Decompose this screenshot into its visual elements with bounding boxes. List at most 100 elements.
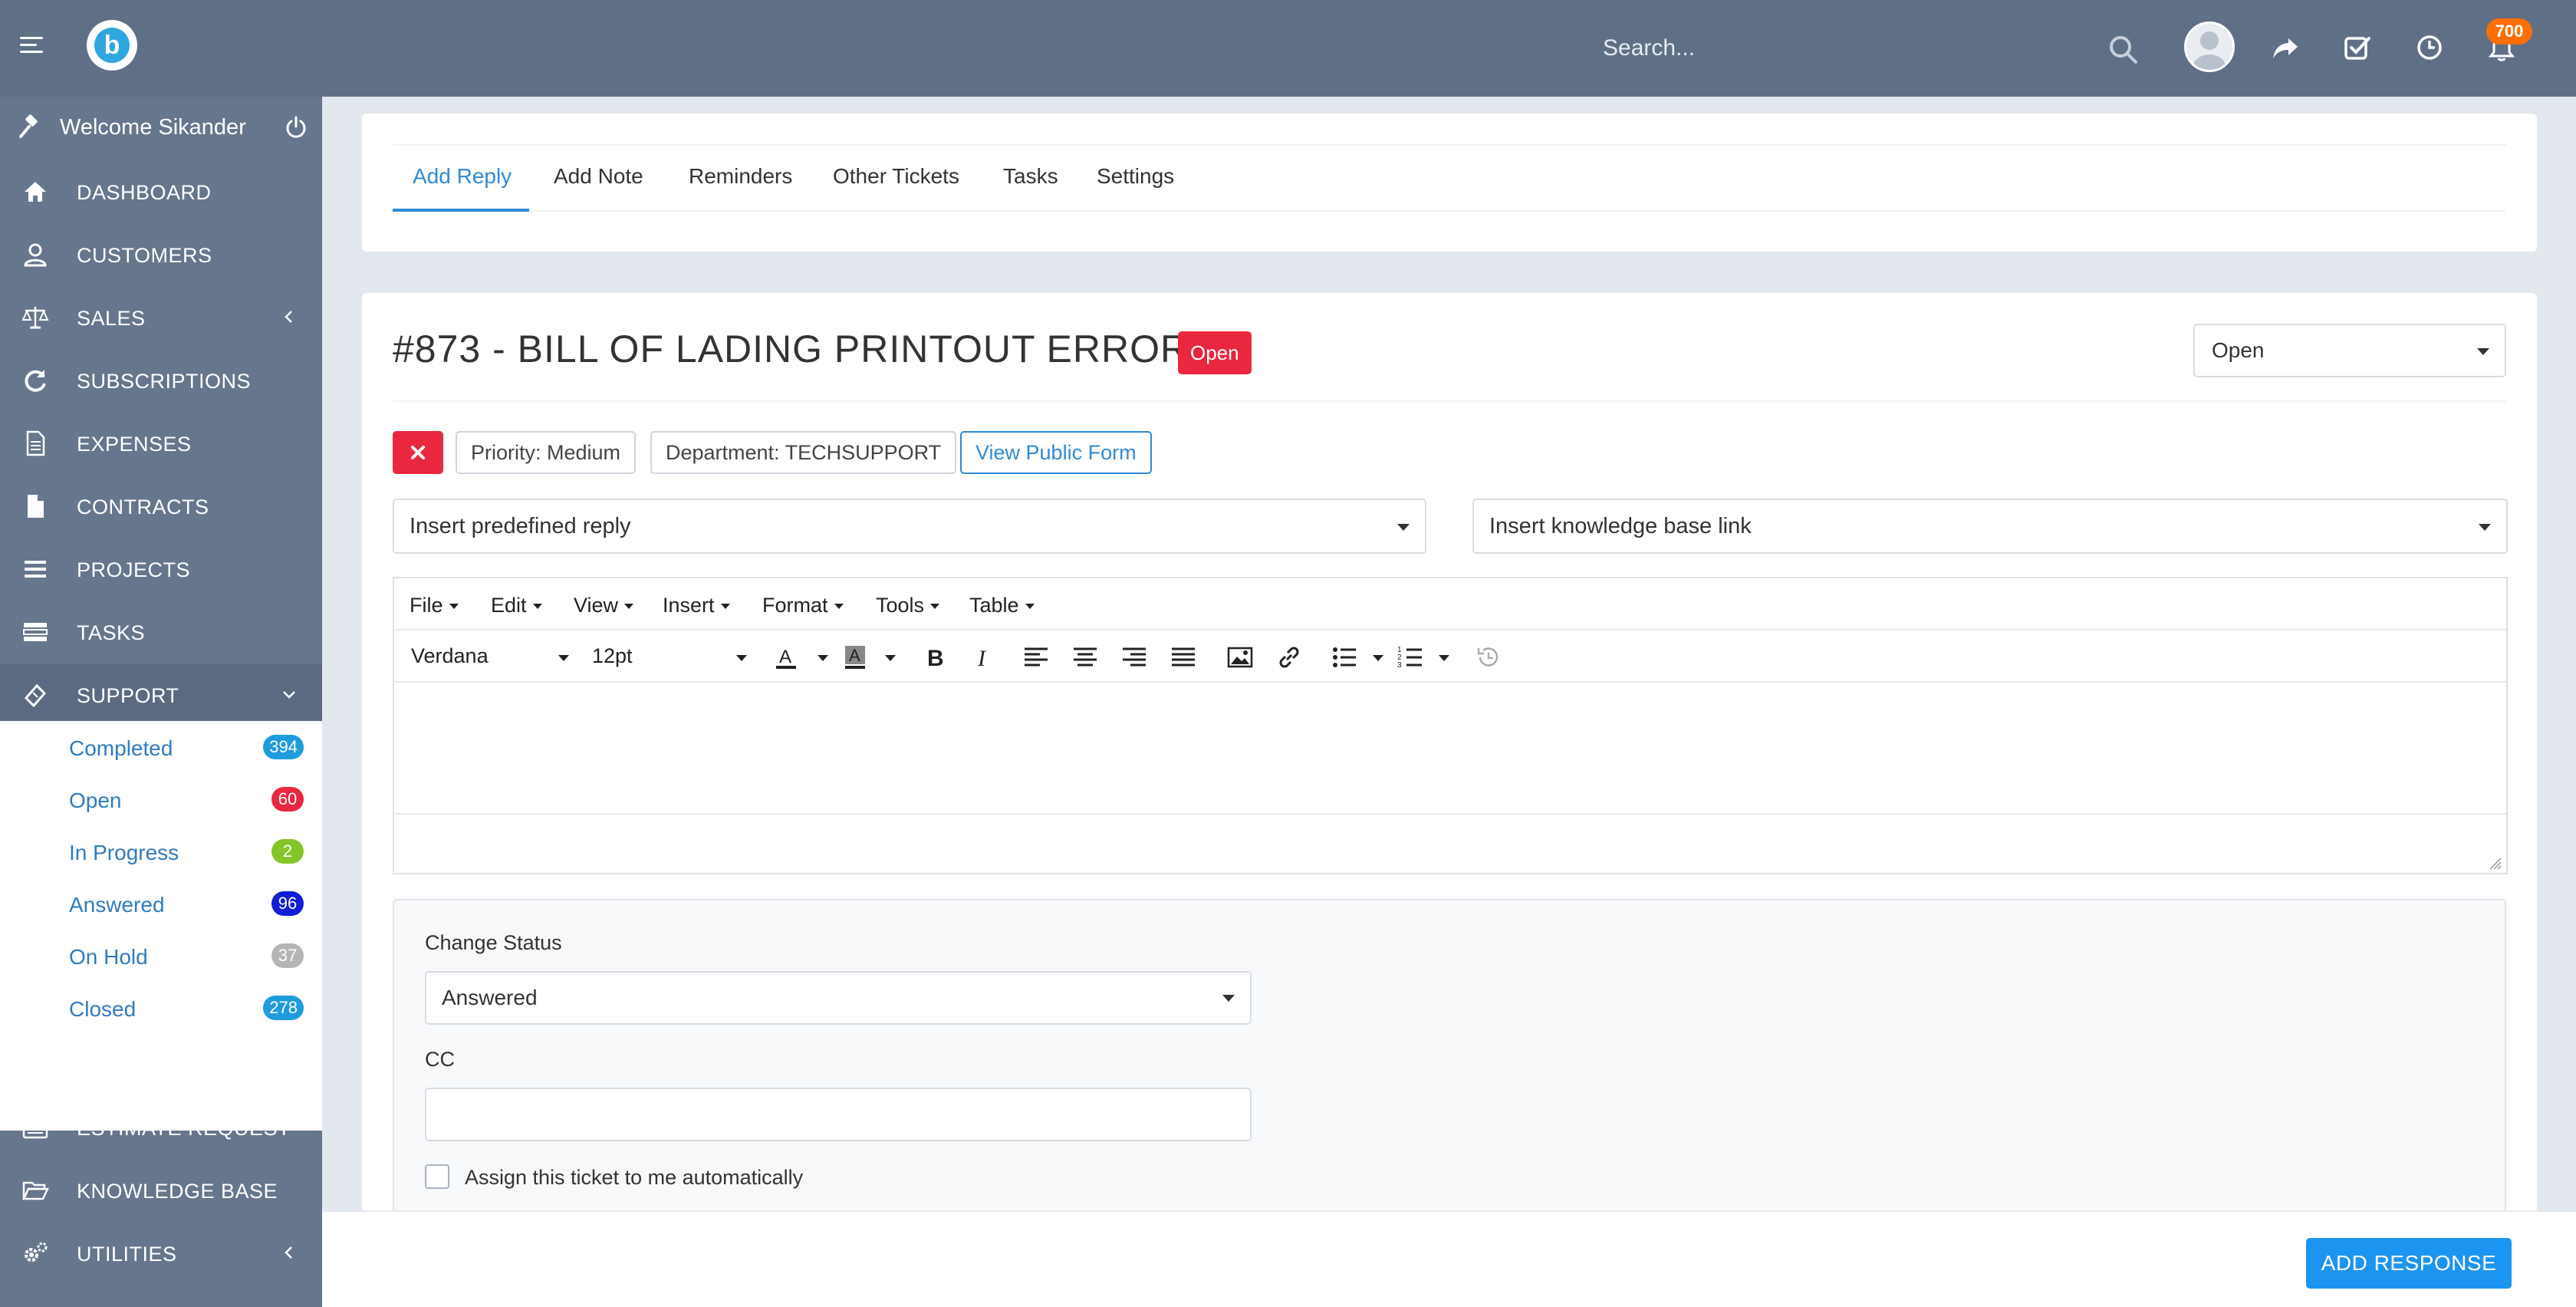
align-center-icon[interactable] <box>1071 643 1100 672</box>
chevron-down-icon <box>2477 348 2489 355</box>
align-left-icon[interactable] <box>1022 643 1051 672</box>
tab-reminders[interactable]: Reminders <box>689 164 792 189</box>
sidebar-item-support[interactable]: SUPPORT <box>0 664 322 726</box>
editor-toolbar: Verdana 12pt A A B I 123 <box>394 630 2506 683</box>
cogs-icon <box>25 1242 48 1262</box>
tab-other-tickets[interactable]: Other Tickets <box>833 164 959 189</box>
support-sub-in-progress[interactable]: In Progress 2 <box>0 825 322 877</box>
search-input[interactable] <box>1586 23 2138 74</box>
add-response-button[interactable]: ADD RESPONSE <box>2306 1238 2512 1289</box>
insert-link-icon[interactable] <box>1275 643 1304 672</box>
chevron-down-icon <box>1397 524 1410 531</box>
sidebar-item-expenses[interactable]: EXPENSES <box>0 413 322 474</box>
chevron-down-icon[interactable] <box>1439 655 1449 661</box>
priority-chip: Priority: Medium <box>456 431 637 474</box>
menu-toggle-icon[interactable] <box>20 37 43 57</box>
bold-icon[interactable]: B <box>920 643 949 672</box>
cc-label: CC <box>425 1048 455 1071</box>
numbered-list-icon[interactable]: 123 <box>1396 643 1425 672</box>
align-right-icon[interactable] <box>1120 643 1149 672</box>
bullet-list-icon[interactable] <box>1330 643 1359 672</box>
chevron-down-icon <box>736 655 747 661</box>
menu-insert[interactable]: Insert <box>663 594 730 617</box>
svg-text:B: B <box>927 646 944 671</box>
menu-edit[interactable]: Edit <box>491 594 542 617</box>
ticket-icon <box>24 683 47 708</box>
file-icon <box>28 495 44 518</box>
ticket-status-select[interactable]: Open <box>2193 324 2506 377</box>
cc-input[interactable] <box>425 1088 1252 1141</box>
count-badge: 60 <box>271 787 304 812</box>
user-avatar[interactable] <box>2184 21 2235 72</box>
support-sub-answered[interactable]: Answered 96 <box>0 877 322 930</box>
delete-ticket-button[interactable] <box>393 431 443 474</box>
knowledge-base-link-select[interactable]: Insert knowledge base link <box>1472 499 2508 554</box>
count-badge: 278 <box>263 996 304 1020</box>
editor-content-area[interactable] <box>394 683 2506 813</box>
share-icon[interactable] <box>2270 32 2301 63</box>
check-square-icon[interactable] <box>2342 32 2373 63</box>
highlight-color-icon[interactable]: A <box>841 643 870 672</box>
insert-image-icon[interactable] <box>1225 643 1255 672</box>
svg-text:I: I <box>977 646 987 671</box>
sidebar-item-sales[interactable]: SALES <box>0 287 322 348</box>
change-status-select[interactable]: Answered <box>425 971 1252 1025</box>
chevron-down-icon[interactable] <box>1373 655 1383 661</box>
sidebar-item-customers[interactable]: CUSTOMERS <box>0 224 322 285</box>
welcome-text: Welcome Sikander <box>60 115 246 140</box>
bars-icon <box>25 561 46 578</box>
menu-view[interactable]: View <box>574 594 633 617</box>
tab-add-reply[interactable]: Add Reply <box>413 164 512 189</box>
font-size-select[interactable]: 12pt <box>592 644 633 668</box>
tab-add-note[interactable]: Add Note <box>554 164 643 189</box>
assign-to-me-checkbox[interactable] <box>425 1164 449 1189</box>
menu-file[interactable]: File <box>410 594 459 617</box>
logout-power-icon[interactable] <box>284 115 308 140</box>
app-logo[interactable]: b <box>87 20 137 71</box>
sidebar: Welcome Sikander DASHBOARD CUSTOMERS SAL… <box>0 97 322 1307</box>
view-public-form-button[interactable]: View Public Form <box>960 431 1152 474</box>
chevron-down-icon[interactable] <box>885 655 896 661</box>
resize-handle-icon[interactable] <box>2488 856 2502 870</box>
tab-tasks[interactable]: Tasks <box>1003 164 1058 189</box>
tab-settings[interactable]: Settings <box>1097 164 1174 189</box>
sidebar-item-leads[interactable]: LEADS <box>0 1034 322 1095</box>
support-sub-on-hold[interactable]: On Hold 37 <box>0 930 322 982</box>
sidebar-item-knowledge-base[interactable]: KNOWLEDGE BASE <box>0 1160 322 1221</box>
align-justify-icon[interactable] <box>1169 643 1198 672</box>
menu-format[interactable]: Format <box>762 594 844 617</box>
sidebar-item-utilities[interactable]: UTILITIES <box>0 1223 322 1284</box>
refresh-icon <box>25 370 46 392</box>
editor-menubar: File Edit View Insert Format Tools Table <box>394 578 2506 630</box>
sidebar-item-projects[interactable]: PROJECTS <box>0 538 322 600</box>
svg-text:3: 3 <box>1397 661 1402 670</box>
chevron-down-icon[interactable] <box>818 655 828 661</box>
italic-icon[interactable]: I <box>969 643 998 672</box>
document-icon <box>26 430 45 456</box>
sidebar-item-tasks[interactable]: TASKS <box>0 601 322 663</box>
menu-table[interactable]: Table <box>969 594 1035 617</box>
text-color-icon[interactable]: A <box>771 643 801 672</box>
support-sub-completed[interactable]: Completed 394 <box>0 721 322 773</box>
sidebar-item-estimate-request[interactable]: ESTIMATE REQUEST <box>0 1097 322 1158</box>
chevron-left-icon <box>285 1246 292 1259</box>
predefined-reply-select[interactable]: Insert predefined reply <box>393 499 1426 554</box>
support-sub-open[interactable]: Open 60 <box>0 773 322 825</box>
balance-scale-icon <box>21 307 49 329</box>
rich-text-editor: File Edit View Insert Format Tools Table… <box>393 577 2508 874</box>
notification-count-badge: 700 <box>2486 18 2532 44</box>
change-status-label: Change Status <box>425 931 562 954</box>
font-family-select[interactable]: Verdana <box>411 644 489 668</box>
ticket-reply-panel: #873 - BILL OF LADING PRINTOUT ERROR Ope… <box>362 293 2537 1307</box>
menu-tools[interactable]: Tools <box>876 594 939 617</box>
clock-icon[interactable] <box>2414 32 2445 63</box>
restore-draft-icon[interactable] <box>1474 643 1503 672</box>
chevron-left-icon <box>285 311 292 323</box>
home-icon <box>25 182 46 202</box>
sidebar-item-subscriptions[interactable]: SUBSCRIPTIONS <box>0 350 322 411</box>
search-icon[interactable] <box>2107 34 2138 64</box>
sidebar-item-contracts[interactable]: CONTRACTS <box>0 476 322 537</box>
sidebar-item-dashboard[interactable]: DASHBOARD <box>0 161 322 222</box>
chevron-down-icon <box>558 655 569 661</box>
support-sub-closed[interactable]: Closed 278 <box>0 982 322 1034</box>
